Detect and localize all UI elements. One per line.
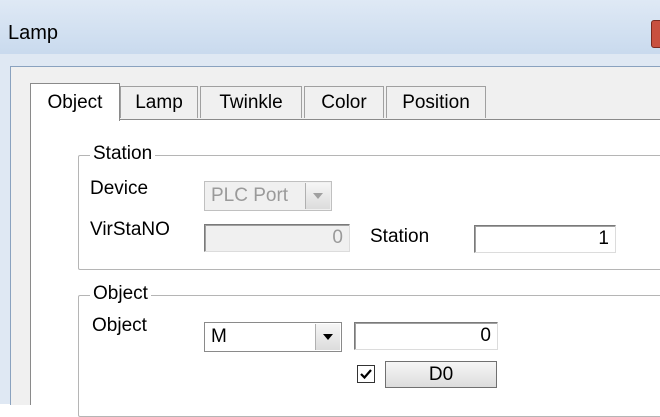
- tab-label: Position: [402, 91, 470, 113]
- checkmark-icon: [360, 369, 372, 380]
- tab-position[interactable]: Position: [386, 86, 486, 118]
- chevron-down-icon: [305, 183, 330, 209]
- device-select[interactable]: PLC Port: [204, 181, 332, 211]
- object-group-legend: Object: [90, 283, 151, 305]
- tab-lamp[interactable]: Lamp: [120, 86, 198, 118]
- device-label: Device: [90, 178, 149, 199]
- object-group: [78, 295, 660, 417]
- object-type-select[interactable]: M: [204, 322, 342, 352]
- tab-twinkle[interactable]: Twinkle: [200, 86, 302, 118]
- chevron-down-icon: [315, 324, 340, 350]
- address-checkbox[interactable]: [357, 365, 375, 383]
- d0-button[interactable]: D0: [385, 361, 497, 388]
- tab-label: Twinkle: [219, 91, 283, 113]
- tab-color[interactable]: Color: [304, 86, 384, 118]
- station-label: Station: [370, 226, 430, 247]
- object-address-field[interactable]: 0: [354, 322, 498, 350]
- title-bar: Lamp: [0, 0, 660, 54]
- virstano-field[interactable]: 0: [204, 224, 350, 252]
- tab-object[interactable]: Object: [30, 83, 120, 121]
- virstano-label: VirStaNO: [90, 219, 170, 240]
- object-type-value: M: [211, 326, 227, 347]
- device-value: PLC Port: [211, 185, 289, 206]
- tab-label: Lamp: [135, 91, 183, 113]
- station-group-legend: Station: [90, 143, 156, 165]
- station-field[interactable]: 1: [474, 225, 616, 253]
- window-title: Lamp: [8, 22, 59, 44]
- close-button[interactable]: [651, 20, 660, 48]
- tab-label: Object: [47, 91, 103, 113]
- tab-label: Color: [321, 91, 367, 113]
- object-label: Object: [92, 315, 147, 336]
